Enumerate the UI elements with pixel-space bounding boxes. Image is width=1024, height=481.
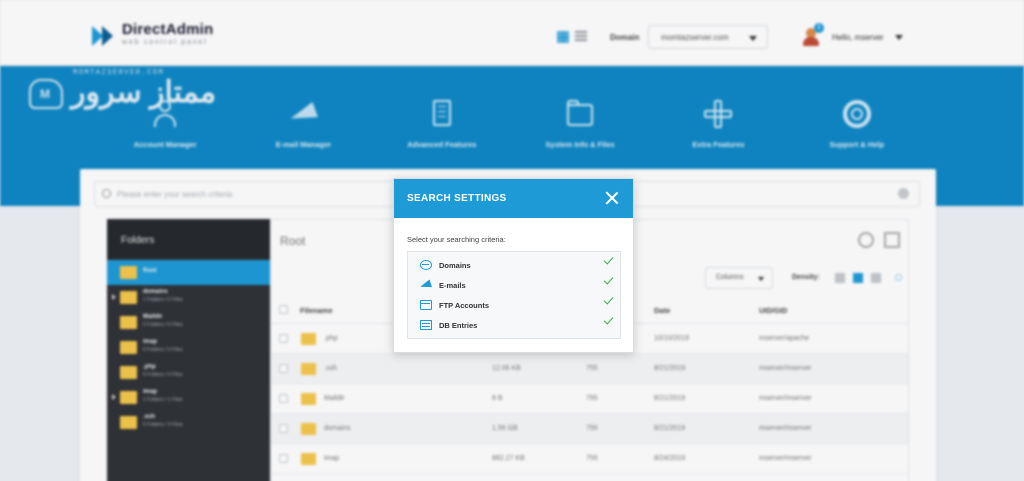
checkmark-icon[interactable]: [603, 294, 614, 305]
modal-title: SEARCH SETTINGS: [407, 193, 507, 204]
criteria-label: FTP Accounts: [439, 301, 490, 310]
criteria-db-entries[interactable]: DB Entries: [408, 314, 620, 335]
criteria-emails[interactable]: E-mails: [408, 274, 620, 295]
checkmark-icon[interactable]: [603, 254, 614, 265]
close-icon[interactable]: [605, 191, 619, 205]
criteria-domains[interactable]: Domains: [408, 254, 620, 275]
modal-header: SEARCH SETTINGS: [394, 179, 633, 218]
criteria-label: DB Entries: [439, 321, 478, 330]
checkmark-icon[interactable]: [603, 274, 614, 285]
criteria-ftp-accounts[interactable]: FTP Accounts: [408, 294, 620, 315]
search-settings-modal: SEARCH SETTINGS Select your searching cr…: [393, 178, 634, 353]
database-icon: [420, 320, 432, 330]
ftp-icon: [420, 300, 432, 310]
paper-plane-icon: [420, 280, 432, 290]
criteria-label: Domains: [439, 261, 471, 270]
globe-icon: [420, 260, 432, 270]
modal-subtitle: Select your searching criteria:: [407, 235, 506, 244]
criteria-list: Domains E-mails FTP Accounts DB Entries: [407, 251, 621, 339]
criteria-label: E-mails: [439, 281, 466, 290]
checkmark-icon[interactable]: [603, 314, 614, 325]
